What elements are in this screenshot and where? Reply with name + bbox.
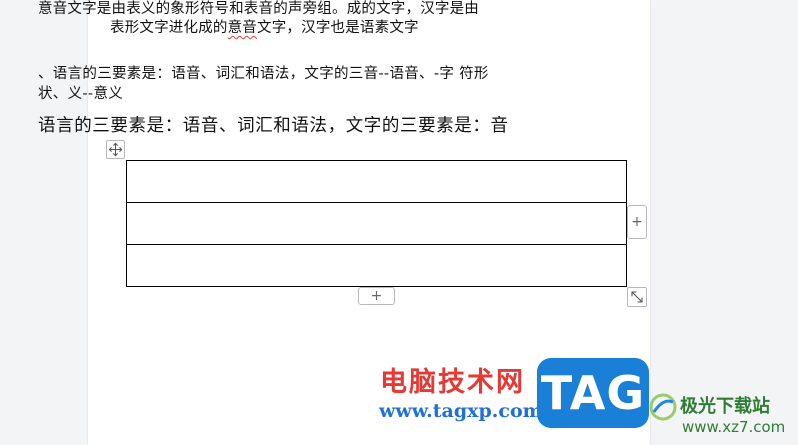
paragraph-line-4: 状、义--意义 (38, 86, 124, 102)
table-cell[interactable] (126, 160, 627, 203)
resize-diagonal-icon (631, 291, 643, 303)
document-table (126, 160, 627, 287)
paragraph-line-3: 、语言的三要素是：语音、词汇和语法，文字的三音--语音、-字 符形 (38, 66, 489, 82)
paragraph-line-2: 表形文字进化成的意音文字，汉字也是语素文字 (110, 16, 419, 37)
table-row (126, 202, 627, 245)
tag-logo: TAG (537, 358, 649, 428)
add-column-button[interactable]: + (627, 205, 647, 239)
move-arrows-icon (108, 142, 123, 157)
watermark-site-url: www.tagxp.com (379, 400, 543, 422)
table-row (126, 244, 627, 287)
table-cell[interactable] (126, 244, 627, 287)
line-2-text-after: 文字，汉字也是语素文字 (257, 20, 419, 36)
table-move-handle[interactable] (106, 140, 125, 159)
table-resize-handle[interactable] (627, 287, 647, 307)
xz-site-url: www.xz7.com (682, 418, 786, 436)
watermark-site-name: 电脑技术网 (380, 367, 525, 398)
table-cell[interactable] (126, 202, 627, 245)
table-row (126, 160, 627, 203)
add-row-button[interactable]: + (358, 287, 395, 305)
paragraph-line-5: 语言的三要素是：语音、词汇和语法，文字的三要素是：音 (38, 116, 509, 136)
xz-logo-icon (649, 393, 677, 421)
xz-site-name: 极光下载站 (680, 396, 770, 417)
line-2-text-before: 表形文字进化成的 (110, 20, 228, 36)
spellcheck-underlined-word: 意音 (227, 20, 258, 36)
